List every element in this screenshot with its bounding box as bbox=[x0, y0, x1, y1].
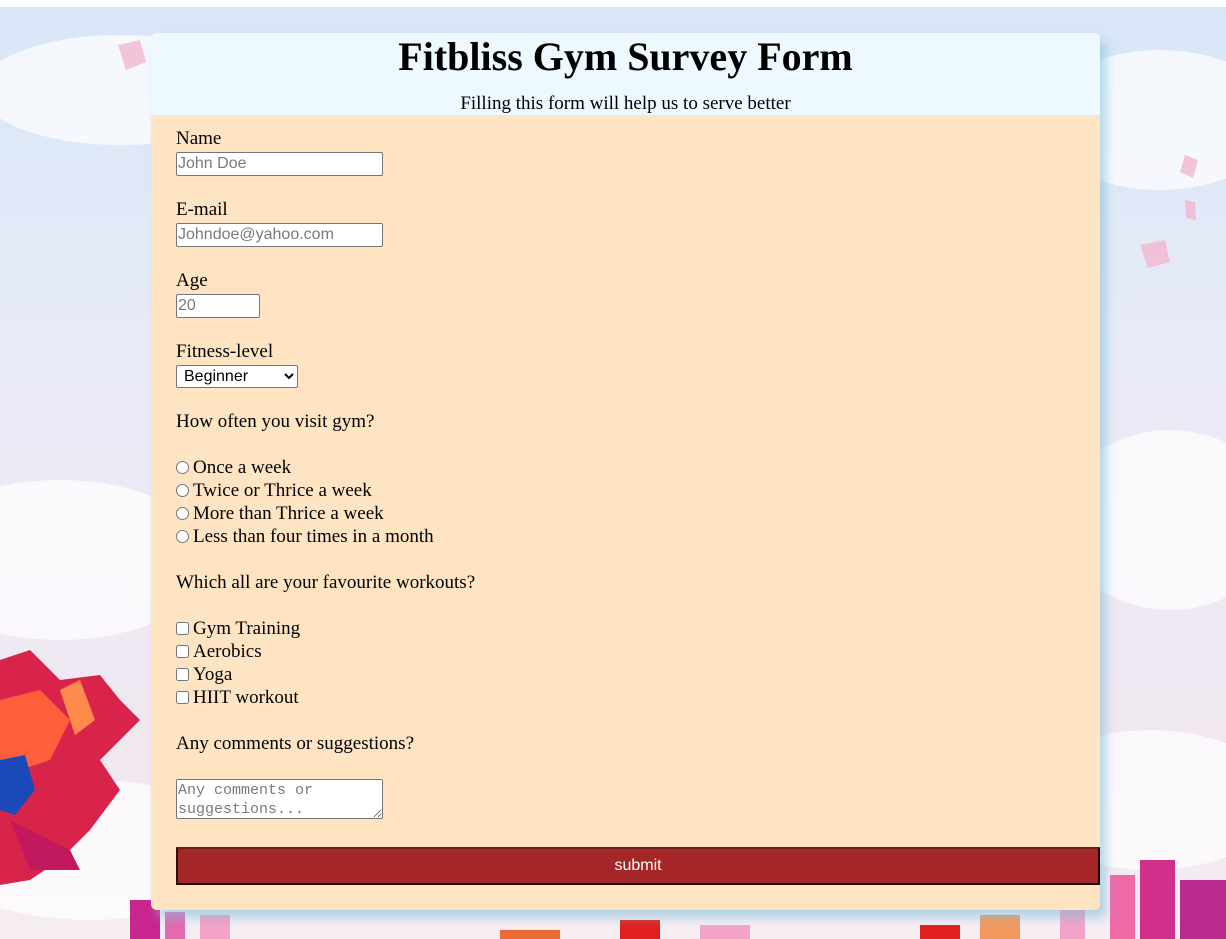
workout-option-yoga[interactable]: Yoga bbox=[176, 664, 232, 686]
comments-question: Any comments or suggestions? bbox=[176, 733, 415, 754]
submit-button[interactable]: submit bbox=[176, 847, 1100, 885]
workout-option-label: HIIT workout bbox=[193, 687, 299, 708]
email-input[interactable] bbox=[176, 223, 383, 247]
frequency-option-label: Less than four times in a month bbox=[193, 526, 434, 547]
workout-checkbox[interactable] bbox=[176, 668, 189, 681]
runner-silhouette bbox=[0, 650, 140, 885]
age-label: Age bbox=[176, 270, 208, 291]
frequency-radio[interactable] bbox=[176, 530, 189, 543]
frequency-option-less-than-four[interactable]: Less than four times in a month bbox=[176, 526, 434, 548]
frequency-radio[interactable] bbox=[176, 484, 189, 497]
frequency-option-label: More than Thrice a week bbox=[193, 503, 384, 524]
form-header: Fitbliss Gym Survey Form Filling this fo… bbox=[151, 33, 1100, 115]
favourite-workouts-question: Which all are your favourite workouts? bbox=[176, 572, 476, 593]
workout-checkbox[interactable] bbox=[176, 645, 189, 658]
comments-textarea[interactable] bbox=[176, 779, 383, 819]
frequency-radio[interactable] bbox=[176, 461, 189, 474]
page-subtitle: Filling this form will help us to serve … bbox=[460, 93, 791, 114]
workout-option-aerobics[interactable]: Aerobics bbox=[176, 641, 262, 663]
frequency-option-twice-thrice[interactable]: Twice or Thrice a week bbox=[176, 480, 372, 502]
workout-option-label: Gym Training bbox=[193, 618, 301, 639]
workout-option-hiit[interactable]: HIIT workout bbox=[176, 687, 299, 709]
workout-option-gym-training[interactable]: Gym Training bbox=[176, 618, 300, 640]
survey-form-card: Fitbliss Gym Survey Form Filling this fo… bbox=[151, 33, 1100, 910]
fitness-level-select[interactable]: Beginner bbox=[176, 365, 298, 388]
age-input[interactable] bbox=[176, 294, 260, 318]
frequency-radio[interactable] bbox=[176, 507, 189, 520]
workout-option-label: Yoga bbox=[193, 664, 233, 685]
frequency-option-label: Once a week bbox=[193, 457, 292, 478]
frequency-option-label: Twice or Thrice a week bbox=[193, 480, 372, 501]
name-label: Name bbox=[176, 128, 222, 149]
email-label: E-mail bbox=[176, 199, 228, 220]
frequency-option-once-week[interactable]: Once a week bbox=[176, 457, 291, 479]
browser-top-strip bbox=[0, 0, 1226, 8]
workout-checkbox[interactable] bbox=[176, 622, 189, 635]
fitness-level-label: Fitness-level bbox=[176, 341, 274, 362]
frequency-option-more-than-thrice[interactable]: More than Thrice a week bbox=[176, 503, 384, 525]
workout-checkbox[interactable] bbox=[176, 691, 189, 704]
page-title: Fitbliss Gym Survey Form bbox=[398, 34, 853, 79]
name-input[interactable] bbox=[176, 152, 383, 176]
workout-option-label: Aerobics bbox=[193, 641, 262, 662]
gym-frequency-question: How often you visit gym? bbox=[176, 411, 375, 432]
